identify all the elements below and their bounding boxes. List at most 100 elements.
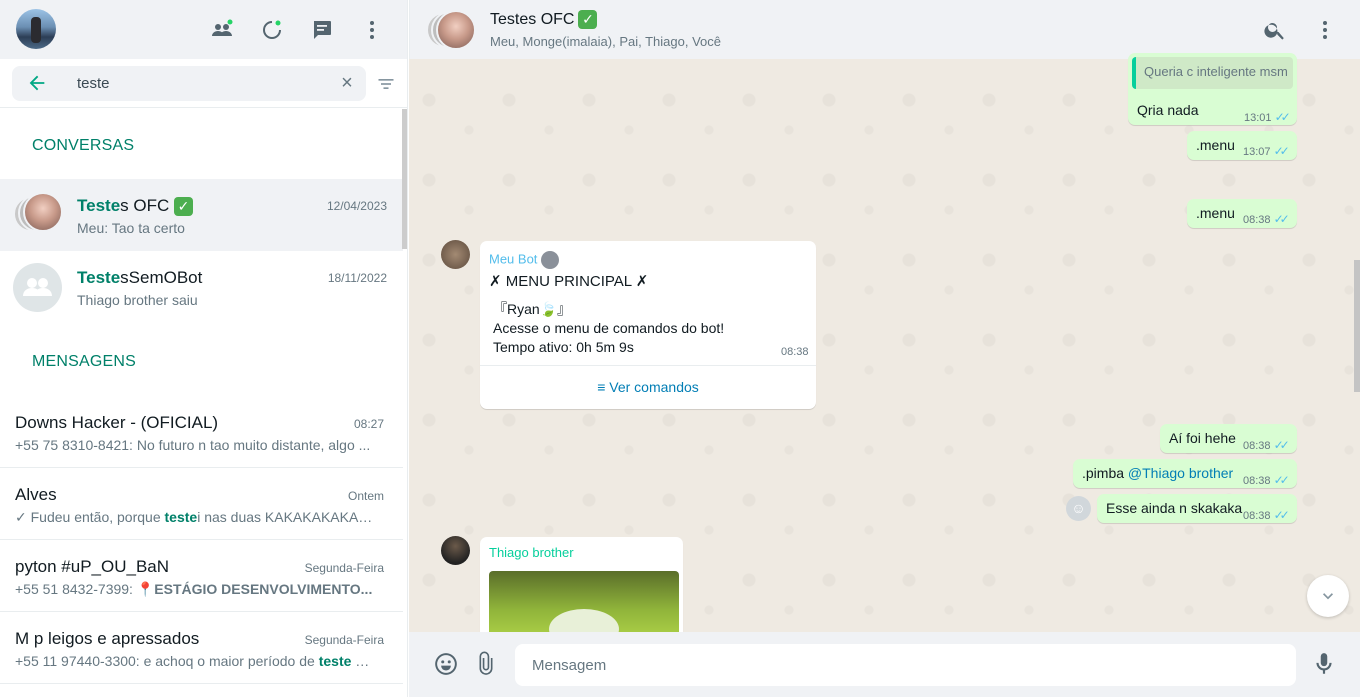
bot-line: Tempo ativo: 0h 5m 9s [493,339,634,355]
message-bubble-outgoing[interactable]: .pimba @Thiago brother 08:38 ✓✓ [1073,459,1297,488]
status-icon[interactable] [259,17,285,43]
chat-name: Testes OFC ✓ [77,196,193,216]
microphone-icon[interactable] [1311,651,1339,679]
my-profile-avatar[interactable] [16,9,56,49]
conversation-header[interactable]: Testes OFC ✓ Meu, Monge(imalaia), Pai, Th… [409,0,1360,59]
message-time: 08:38 [781,346,809,358]
message-time: 08:38 ✓✓ [1243,508,1290,522]
search-input[interactable] [77,66,327,101]
message-time: 08:27 [353,417,384,431]
message-snippet: +55 11 97440-3300: e achoq o maior perío… [15,653,375,669]
chat-date: 18/11/2022 [327,271,387,285]
message-bubble-outgoing[interactable]: Queria c inteligente msm Qria nada 13:01… [1128,53,1297,125]
chat-item-testessemobot[interactable]: TestesSemOBot 18/11/2022 Thiago brother … [0,251,403,323]
left-header [0,0,407,59]
search-box: × [12,66,366,101]
chat-last-message: Meu: Tao ta certo [77,220,185,236]
group-members: Meu, Monge(imalaia), Pai, Thiago, Você [490,34,721,49]
message-snippet: +55 51 8432-7399: 📍ESTÁGIO DESENVOLVIMEN… [15,581,373,597]
search-icon[interactable] [1262,17,1288,43]
robot-emoji-icon [541,251,560,269]
section-conversations-title: CONVERSAS [32,137,135,154]
search-results: CONVERSAS Testes OFC ✓ 12/04/2023 Meu: T… [0,109,403,697]
sender-name[interactable]: Meu Bot [489,251,560,269]
clear-search-icon[interactable]: × [338,73,356,93]
attach-icon[interactable] [473,651,501,679]
conversation-pane: Testes OFC ✓ Meu, Monge(imalaia), Pai, Th… [409,0,1360,697]
bot-user: 『Ryan🍃』 [493,301,572,317]
list-scrollbar[interactable] [402,109,407,249]
message-time: 08:38 ✓✓ [1243,212,1290,226]
message-input[interactable] [515,644,1296,686]
chat-scrollbar[interactable] [1354,260,1360,392]
message-chat-name: pyton #uP_OU_BaN [15,557,170,576]
message-result[interactable]: pyton #uP_OU_BaN Segunda-Feira +55 51 84… [0,540,403,612]
message-time: 08:38 ✓✓ [1243,438,1290,452]
message-snippet: +55 75 8310-8421: No futuro n tao muito … [15,437,371,453]
bot-line: Acesse o menu de comandos do bot! [493,320,725,336]
mention-link[interactable]: @Thiago brother [1128,465,1233,481]
verified-icon: ✓ [174,197,193,216]
message-chat-name: Downs Hacker - (OFICIAL) [15,413,219,432]
message-time: Segunda-Feira [304,633,384,647]
react-emoji-icon[interactable]: ☺ [1066,496,1091,521]
group-avatar [13,191,63,240]
default-group-avatar [13,263,62,312]
group-title: Testes OFC ✓ [490,10,598,29]
message-result[interactable]: Downs Hacker - (OFICIAL) 08:27 +55 75 83… [0,396,403,468]
message-time: Ontem [347,489,384,503]
message-text: Qria nada [1137,102,1199,118]
chat-list-pane: × CONVERSAS Testes OFC ✓ 12/04/2023 Meu:… [0,0,408,697]
message-chat-name: Alves [15,485,57,504]
message-text: .menu [1196,205,1235,221]
message-bubble-outgoing[interactable]: .menu 13:07 ✓✓ [1187,131,1297,160]
read-ticks-icon: ✓✓ [1273,508,1290,522]
sender-name[interactable]: Thiago brother [489,545,574,560]
scroll-down-button[interactable] [1307,575,1349,617]
bot-avatar[interactable] [441,240,470,269]
thiago-avatar[interactable] [441,536,470,565]
message-text: Esse ainda n skakaka [1106,500,1243,516]
message-chat-name: M p leigos e apressados [15,629,200,648]
communities-icon[interactable] [209,17,235,43]
read-ticks-icon: ✓✓ [1273,473,1290,487]
read-ticks-icon: ✓✓ [1273,212,1290,226]
chevron-down-icon [1323,593,1333,600]
message-result[interactable]: Alves Ontem ✓ Fudeu então, porque testei… [0,468,403,540]
compose-bar [409,632,1360,697]
filter-icon[interactable] [376,74,398,94]
message-bubble-incoming[interactable]: Thiago brother [480,537,683,647]
ver-comandos-button[interactable]: ≡ Ver comandos [480,365,816,409]
emoji-icon[interactable] [433,651,461,679]
verified-icon: ✓ [578,10,598,29]
chat-date: 12/04/2023 [326,199,387,213]
group-avatar[interactable] [426,10,476,50]
message-text: Aí foi hehe [1169,430,1236,446]
message-snippet: ✓ Fudeu então, porque testei nas duas KA… [15,509,375,525]
quoted-message[interactable]: Queria c inteligente msm [1132,57,1293,89]
message-time: 08:38 ✓✓ [1243,473,1290,487]
message-time: 13:07 ✓✓ [1243,144,1290,158]
message-bubble-outgoing[interactable]: Esse ainda n skakaka 08:38 ✓✓ [1097,494,1297,523]
message-bubble-outgoing[interactable]: Aí foi hehe 08:38 ✓✓ [1160,424,1297,453]
new-chat-icon[interactable] [309,17,335,43]
search-row: × [0,59,407,108]
section-messages-title: MENSAGENS [32,353,137,370]
message-bubble-incoming[interactable]: Meu Bot ✗ MENU PRINCIPAL ✗ 『Ryan🍃』 Acess… [480,241,816,409]
read-ticks-icon: ✓✓ [1274,110,1291,124]
message-text: .menu [1196,137,1235,153]
chat-item-testes-ofc[interactable]: Testes OFC ✓ 12/04/2023 Meu: Tao ta cert… [0,179,403,251]
menu-icon[interactable] [359,17,385,43]
message-text: .pimba @Thiago brother [1082,465,1234,481]
chat-menu-icon[interactable] [1312,17,1338,43]
message-time: 13:01 ✓✓ [1244,110,1291,124]
back-arrow-icon[interactable] [26,72,50,96]
message-bubble-outgoing[interactable]: .menu 08:38 ✓✓ [1187,199,1297,228]
read-ticks-icon: ✓✓ [1273,144,1290,158]
message-result[interactable]: M p leigos e apressados Segunda-Feira +5… [0,612,403,684]
message-time: Segunda-Feira [304,561,384,575]
chat-name: TestesSemOBot [77,268,203,287]
list-icon: ≡ [597,379,610,395]
bot-menu-title: ✗ MENU PRINCIPAL ✗ [489,273,649,290]
chat-last-message: Thiago brother saiu [77,292,198,308]
